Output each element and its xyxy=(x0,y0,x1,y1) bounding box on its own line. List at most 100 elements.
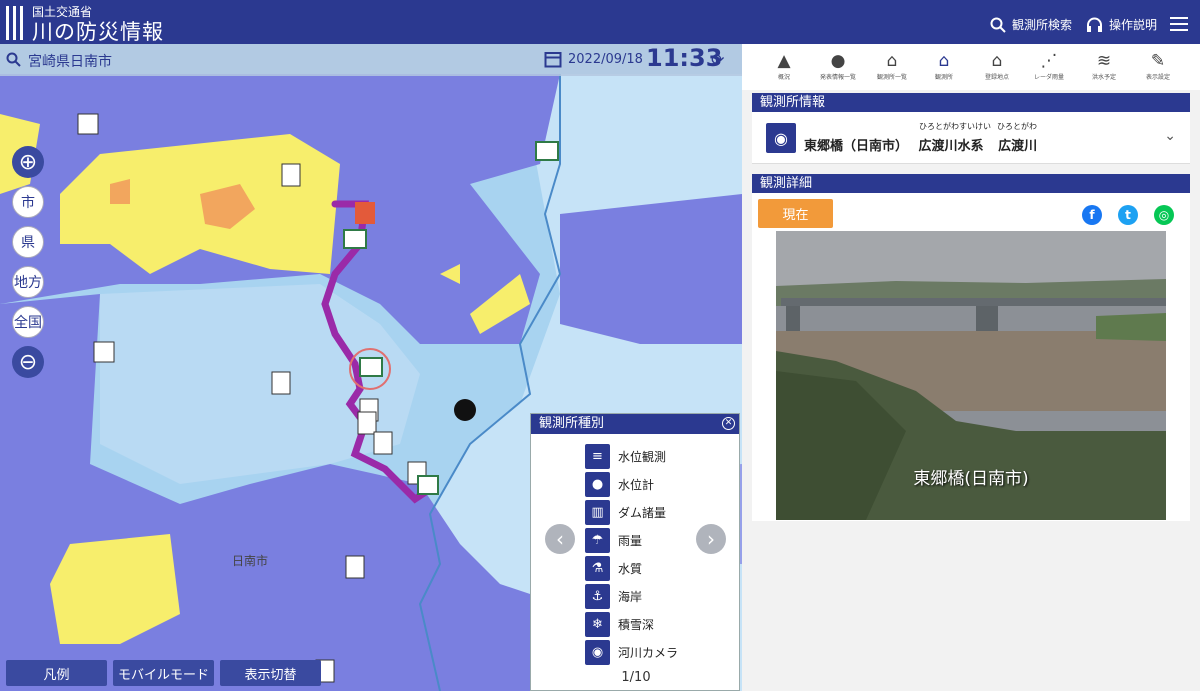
wrench-icon: ✎ xyxy=(1150,51,1166,71)
tab-station[interactable]: ⌂ 観測所 xyxy=(918,50,970,81)
location-label: 宮崎県日南市 xyxy=(28,54,112,70)
tab-label: 洪水予定 xyxy=(1091,74,1116,81)
observation-date: 2022/09/18 xyxy=(568,52,643,67)
station-info-card[interactable]: ◉ ひろとがわすいけい ひろとがわ 東郷橋（日南市） 広渡川水系 広渡川 ⌄ xyxy=(752,112,1190,164)
home-point-icon: ⌂ xyxy=(991,51,1003,71)
nav-tabs: ▲ 概況 ● 発表情報一覧 ⌂ 観測所一覧 ⌂ 観測所 ⌂ 登録地点 ⋰ レーダ雨量 ≋ 洪水… xyxy=(742,44,1200,90)
tab-flood-forecast[interactable]: ≋ 洪水予定 xyxy=(1078,50,1130,81)
station-name-line: 東郷橋（日南市） 広渡川水系 広渡川 xyxy=(804,135,1037,154)
tab-overview[interactable]: ▲ 概況 xyxy=(758,50,810,81)
calendar-icon[interactable] xyxy=(544,50,562,68)
mobile-mode-button[interactable]: モバイルモード xyxy=(113,660,214,686)
anchor-icon: ⚓ xyxy=(585,583,610,609)
search-icon[interactable] xyxy=(6,52,21,67)
legend-item-label: 積雪深 xyxy=(618,617,655,632)
dam-icon: ▥ xyxy=(585,499,610,525)
legend-item-label: 雨量 xyxy=(618,533,643,548)
legend-item: ❄ 積雪深 xyxy=(585,611,654,637)
app-header: 国土交通省 川の防災情報 観測所検索 操作説明 xyxy=(0,0,1200,44)
legend-item: ▥ ダム諸量 xyxy=(585,499,666,525)
home-icon: ⌂ xyxy=(938,51,950,71)
tab-announcements[interactable]: ● 発表情報一覧 xyxy=(812,50,864,81)
observation-detail: 現在 f t ◎ 東郷橋(日南市) xyxy=(752,193,1190,521)
refresh-icon[interactable]: ⟳ xyxy=(711,50,724,69)
help-label: 操作説明 xyxy=(1109,18,1158,32)
legend-button[interactable]: 凡例 xyxy=(6,660,107,686)
legend-item-label: 水質 xyxy=(618,561,643,576)
headset-icon xyxy=(1087,17,1102,32)
map-search-bar[interactable]: 宮崎県日南市 2022/09/18 11:33 ⟳ xyxy=(0,44,742,76)
legend-item: ⚓ 海岸 xyxy=(585,583,642,609)
legend-item-label: 水位計 xyxy=(618,477,655,492)
legend-title: 観測所種別 xyxy=(539,416,605,431)
station-info-heading: 観測所情報 xyxy=(752,93,1190,112)
legend-item: ● 水位計 xyxy=(585,471,654,497)
legend-item: ◉ 河川カメラ xyxy=(585,639,678,665)
warning-icon: ▲ xyxy=(777,51,791,71)
zoom-nation-button[interactable]: 全国 xyxy=(12,306,44,338)
legend-item: ☂ 雨量 xyxy=(585,527,642,553)
legend-page-indicator: 1/10 xyxy=(621,670,651,685)
chevron-down-icon[interactable]: ⌄ xyxy=(1164,128,1176,144)
legend-item: ⚗ 水質 xyxy=(585,555,642,581)
tab-label: 登録地点 xyxy=(984,74,1009,81)
snowflake-icon: ❄ xyxy=(585,611,610,637)
legend-item-label: ダム諸量 xyxy=(618,505,667,520)
tab-station-list[interactable]: ⌂ 観測所一覧 xyxy=(866,50,918,81)
zoom-region-button[interactable]: 地方 xyxy=(12,266,44,298)
alert-icon: ● xyxy=(830,51,846,71)
hamburger-menu-icon[interactable] xyxy=(1170,17,1188,31)
station-name: 東郷橋（日南市） xyxy=(804,139,909,154)
display-toggle-button[interactable]: 表示切替 xyxy=(220,660,321,686)
map-place-label: 日南市 xyxy=(232,554,269,568)
flask-icon: ⚗ xyxy=(585,555,610,581)
river-system: 広渡川水系 xyxy=(918,139,984,154)
station-detail-panel: ▲ 概況 ● 発表情報一覧 ⌂ 観測所一覧 ⌂ 観測所 ⌂ 登録地点 ⋰ レーダ雨量 ≋ 洪水… xyxy=(742,44,1200,691)
radar-icon: ⋰ xyxy=(1040,51,1058,71)
photo-caption: 東郷橋(日南市) xyxy=(913,469,1029,489)
zoom-in-button[interactable]: ⊕ xyxy=(12,146,44,178)
app-title[interactable]: 川の防災情報 xyxy=(32,16,164,46)
legend-header: 観測所種別 ✕ xyxy=(531,414,739,434)
station-list-icon: ⌂ xyxy=(886,51,898,71)
flood-icon: ≋ xyxy=(1096,51,1112,71)
tab-label: 観測所一覧 xyxy=(876,74,907,81)
umbrella-icon: ☂ xyxy=(585,527,610,553)
tab-label: 表示設定 xyxy=(1145,74,1170,81)
water-level-icon: ≡ xyxy=(585,443,610,469)
camera-icon: ◉ xyxy=(585,639,610,665)
facebook-icon[interactable]: f xyxy=(1082,205,1102,225)
legend-item: ≡ 水位観測 xyxy=(585,443,666,469)
legend-item-label: 水位観測 xyxy=(618,449,667,464)
legend-item-label: 海岸 xyxy=(618,589,643,604)
map-view[interactable]: 宮崎県日南市 2022/09/18 11:33 ⟳ ⊕ 市 県 地方 全国 ⊖ … xyxy=(0,44,742,691)
zoom-out-button[interactable]: ⊖ xyxy=(12,346,44,378)
observation-detail-heading: 観測詳細 xyxy=(752,174,1190,193)
tab-display-settings[interactable]: ✎ 表示設定 xyxy=(1132,50,1184,81)
station-search-button[interactable]: 観測所検索 xyxy=(990,16,1072,33)
line-icon[interactable]: ◎ xyxy=(1154,205,1174,225)
legend-prev-button[interactable]: ‹ xyxy=(545,524,575,554)
river-camera-image[interactable]: 東郷橋(日南市) xyxy=(776,231,1166,520)
river-name: 広渡川 xyxy=(998,139,1038,154)
now-button[interactable]: 現在 xyxy=(758,199,833,228)
zoom-prefecture-button[interactable]: 県 xyxy=(12,226,44,258)
search-icon xyxy=(990,17,1006,33)
help-button[interactable]: 操作説明 xyxy=(1086,16,1157,33)
twitter-icon[interactable]: t xyxy=(1118,205,1138,225)
tab-label: 概況 xyxy=(777,74,790,81)
station-search-label: 観測所検索 xyxy=(1012,18,1073,32)
close-icon[interactable]: ✕ xyxy=(722,417,735,430)
logo-icon xyxy=(6,6,24,40)
zoom-city-button[interactable]: 市 xyxy=(12,186,44,218)
tab-label: 観測所 xyxy=(934,74,953,81)
tab-registered-points[interactable]: ⌂ 登録地点 xyxy=(971,50,1023,81)
water-gauge-icon: ● xyxy=(585,471,610,497)
tab-label: レーダ雨量 xyxy=(1033,74,1064,81)
tab-radar[interactable]: ⋰ レーダ雨量 xyxy=(1023,50,1075,81)
legend-item-label: 河川カメラ xyxy=(618,645,679,660)
river-ruby: ひろとがわ xyxy=(997,122,1037,131)
station-type-legend: 観測所種別 ✕ ‹ › ≡ 水位観測 ● 水位計 ▥ ダム諸量 ☂ 雨量 ⚗ 水質 ⚓ 海岸… xyxy=(530,413,740,691)
legend-next-button[interactable]: › xyxy=(696,524,726,554)
system-ruby: ひろとがわすいけい xyxy=(919,122,991,131)
